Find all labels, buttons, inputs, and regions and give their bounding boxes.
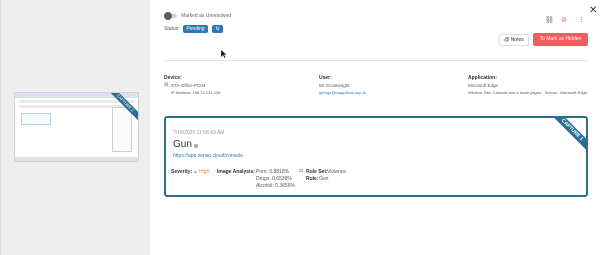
divider — [164, 60, 588, 61]
device-name: STA-Office-PC04 — [171, 83, 206, 88]
cursor-icon — [221, 50, 227, 58]
capture-title: Gun — [173, 139, 192, 150]
action-icons: ⛓ ⊘ ⋮ — [545, 16, 585, 24]
capture-url-link[interactable]: https://app.senso.cloud/console — [173, 153, 243, 159]
capture-ribbon: CAPTURE 1 — [546, 118, 586, 158]
resolved-toggle[interactable] — [164, 12, 180, 20]
rule-set-label: Rule Set: — [306, 169, 328, 175]
notes-button[interactable]: @ Notes — [499, 34, 529, 46]
capture-list-panel: CAPTURE 1 — [0, 0, 150, 255]
rule-label: Rule: — [306, 176, 319, 182]
close-icon[interactable]: ✕ — [589, 5, 597, 16]
status-swap-button[interactable]: ⇅ — [212, 25, 223, 33]
rule-value: Gun — [319, 176, 329, 182]
analysis-drugs: Drugs: 0.6539% — [256, 176, 292, 182]
severity-label: Severity: — [171, 169, 193, 175]
status-label: Status: — [164, 26, 180, 32]
rule-set-value: Violence — [327, 169, 347, 175]
window-title: Window Title: Console and 4 more pages -… — [468, 90, 587, 95]
severity-value: High — [199, 169, 210, 175]
user-name: Mr GCartwright — [319, 83, 350, 88]
application-name: Microsoft Edge — [468, 83, 499, 88]
user-email-link[interactable]: george@magnifical.org.uk — [319, 90, 366, 95]
status-pending-button[interactable]: Pending — [183, 25, 208, 33]
link-icon[interactable]: ⛓ — [545, 16, 554, 24]
toggle-label: Marked as Unresolved — [181, 13, 232, 19]
alert-icon[interactable]: ⊘ — [561, 16, 567, 24]
user-label: User: — [319, 75, 332, 81]
device-label: Device: — [164, 75, 182, 81]
analysis-porn: Porn: 5.8818% — [256, 169, 290, 175]
severity-icon: ▲ — [193, 169, 198, 175]
image-analysis-label: Image Analysis: — [217, 169, 255, 175]
analysis-alcohol: Alcohol: 0.3656% — [256, 183, 295, 189]
capture-card[interactable]: CAPTURE 1 7/18/2025 11:58:43 AM Gun http… — [164, 116, 588, 197]
capture-timestamp: 7/18/2025 11:58:43 AM — [173, 130, 225, 136]
application-label: Application: — [468, 75, 497, 81]
mark-hidden-button[interactable]: To Mark as Hidden — [533, 33, 588, 46]
alert-detail-page: CAPTURE 1 ✕ Marked as Unresolved Status:… — [0, 0, 602, 255]
capture-thumbnail[interactable]: CAPTURE 1 — [14, 92, 139, 162]
windows-icon: ⊞ — [164, 82, 169, 88]
thumbnail-ribbon: CAPTURE 1 — [105, 93, 138, 126]
rule-set-icon: ⚖ — [299, 168, 304, 174]
device-ip: IP Address: 196.74.131.226 — [171, 90, 221, 95]
more-icon[interactable]: ⋮ — [578, 16, 585, 24]
info-dot-icon — [194, 144, 198, 148]
